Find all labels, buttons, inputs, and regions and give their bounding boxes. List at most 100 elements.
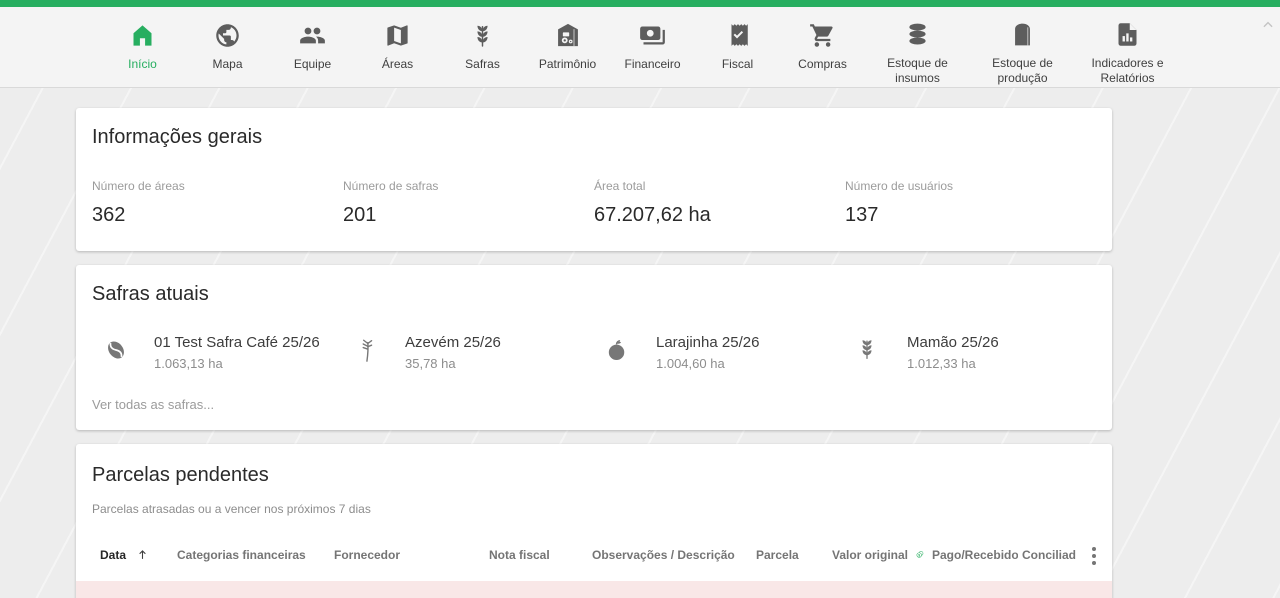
pending-installments-table: Data Categorias financeiras Fornecedor N… [76,528,1112,598]
nav-item-safras[interactable]: Safras [449,20,517,87]
globe-icon [214,20,241,50]
general-info-title: Informações gerais [92,126,1096,149]
cell-invoice: - [485,581,588,598]
stat-area-total: Área total 67.207,62 ha [594,179,845,227]
home-icon [129,20,156,50]
column-header-valor-original[interactable]: Valor original $ [828,528,928,581]
stat-safras: Número de safras 201 [343,179,594,227]
nav-item-label: Início [128,57,157,73]
svg-text:$: $ [918,553,920,557]
safra-name: Azevém 25/26 [405,334,501,351]
safra-area: 1.004,60 ha [656,356,759,371]
stat-value: 137 [845,204,1096,227]
column-header-nota-fiscal[interactable]: Nota fiscal [485,528,588,581]
sort-ascending-icon [136,548,149,561]
people-icon [299,20,326,50]
ryegrass-icon [353,336,381,369]
stat-value: 362 [92,204,343,227]
stat-areas: Número de áreas 362 [92,179,343,227]
stat-label: Número de usuários [845,179,1096,193]
column-header-categorias[interactable]: Categorias financeiras [173,528,330,581]
top-accent-bar [0,0,1280,7]
nav-item-estoque-insumos[interactable]: Estoque de insumos [874,20,962,87]
stat-label: Número de áreas [92,179,343,193]
cell-installment: 2/2 [752,581,828,598]
safra-item-azevem[interactable]: Azevém 25/26 35,78 ha [343,334,594,371]
stat-value: 67.207,62 ha [594,204,845,227]
cell-date: 31/12/1969 [76,581,173,598]
current-seasons-list: 01 Test Safra Café 25/26 1.063,13 ha Aze… [92,334,1096,371]
nav-item-label: Compras [798,57,847,73]
barn-tractor-icon [554,20,582,50]
coin-dollar-icon: $ [916,545,924,564]
nav-item-label: Equipe [294,57,331,73]
nav-item-patrimonio[interactable]: Patrimônio [534,20,602,87]
cart-icon [809,20,836,50]
report-chart-icon [1114,20,1141,49]
safra-area: 35,78 ha [405,356,501,371]
safra-item-cafe[interactable]: 01 Test Safra Café 25/26 1.063,13 ha [92,334,343,371]
nav-item-compras[interactable]: Compras [789,20,857,87]
see-all-seasons-link[interactable]: Ver todas as safras... [92,397,1096,412]
stat-label: Área total [594,179,845,193]
stat-value: 201 [343,204,594,227]
column-header-data[interactable]: Data [76,528,173,581]
table-row-overdue-installment[interactable]: 31/12/1969 Sementes e Mudas AEGRO INFORM… [76,581,1112,598]
column-header-parcela[interactable]: Parcela [752,528,828,581]
nav-item-label: Fiscal [722,57,753,73]
pending-installments-subtitle: Parcelas atrasadas ou a vencer nos próxi… [76,502,1112,516]
orange-icon [604,336,632,369]
column-header-fornecedor[interactable]: Fornecedor [330,528,485,581]
column-header-conciliado[interactable]: Conciliado [1018,528,1076,581]
safra-name: Mamão 25/26 [907,334,999,351]
table-header-row: Data Categorias financeiras Fornecedor N… [76,528,1112,581]
safra-item-mamao[interactable]: Mamão 25/26 1.012,33 ha [845,334,1096,371]
nav-item-label: Mapa [212,57,242,73]
nav-item-label: Estoque de insumos [874,56,962,87]
nav-item-inicio[interactable]: Início [109,20,177,87]
pending-installments-title: Parcelas pendentes [76,464,1112,487]
table-options-kebab[interactable] [1076,528,1112,581]
nav-item-indicadores[interactable]: Indicadores e Relatórios [1084,20,1172,87]
wheat-icon [469,20,496,50]
nav-item-financeiro[interactable]: Financeiro [619,20,687,87]
coffee-bean-icon [102,336,130,369]
column-header-observacoes[interactable]: Observações / Descrição [588,528,752,581]
nav-item-fiscal[interactable]: Fiscal [704,20,772,87]
nav-item-estoque-producao[interactable]: Estoque de produção [979,20,1067,87]
safra-name: Larajinha 25/26 [656,334,759,351]
nav-item-areas[interactable]: Áreas [364,20,432,87]
stat-label: Número de safras [343,179,594,193]
cell-reconciled [1018,581,1076,598]
money-icon [639,20,666,50]
nav-item-equipe[interactable]: Equipe [279,20,347,87]
stat-usuarios: Número de usuários 137 [845,179,1096,227]
safra-area: 1.012,33 ha [907,356,999,371]
column-header-pago-recebido[interactable]: Pago/Recebido [928,528,1018,581]
kebab-menu-icon[interactable] [1086,543,1102,569]
cell-original-value: R$ -375,00 [828,581,928,598]
silo-icon [1009,20,1036,49]
general-info-card: Informações gerais Número de áreas 362 N… [76,108,1112,251]
cell-description: 113 TIO TAKA [588,581,752,598]
nav-item-label: Patrimônio [539,57,596,73]
general-info-stats: Número de áreas 362 Número de safras 201… [92,179,1096,233]
nav-item-label: Estoque de produção [979,56,1067,87]
nav-item-label: Indicadores e Relatórios [1084,56,1172,87]
nav-item-mapa[interactable]: Mapa [194,20,262,87]
map-icon [384,20,411,50]
chevron-up-icon[interactable] [1261,18,1275,37]
nav-item-label: Áreas [382,57,413,73]
database-icon [904,20,931,49]
safra-name: 01 Test Safra Café 25/26 [154,334,320,351]
dashboard-content: Informações gerais Número de áreas 362 N… [76,108,1112,598]
nav-item-label: Financeiro [624,57,680,73]
cell-options [1076,581,1112,598]
current-seasons-title: Safras atuais [92,283,1096,306]
receipt-check-icon [725,20,751,50]
safra-item-larajinha[interactable]: Larajinha 25/26 1.004,60 ha [594,334,845,371]
wheat-icon [855,336,883,367]
cell-supplier: AEGRO INFORMATICA LIMITADA [330,581,485,598]
main-navigation: Início Mapa Equipe Áreas Safras Patrimôn… [0,7,1280,88]
nav-item-label: Safras [465,57,500,73]
